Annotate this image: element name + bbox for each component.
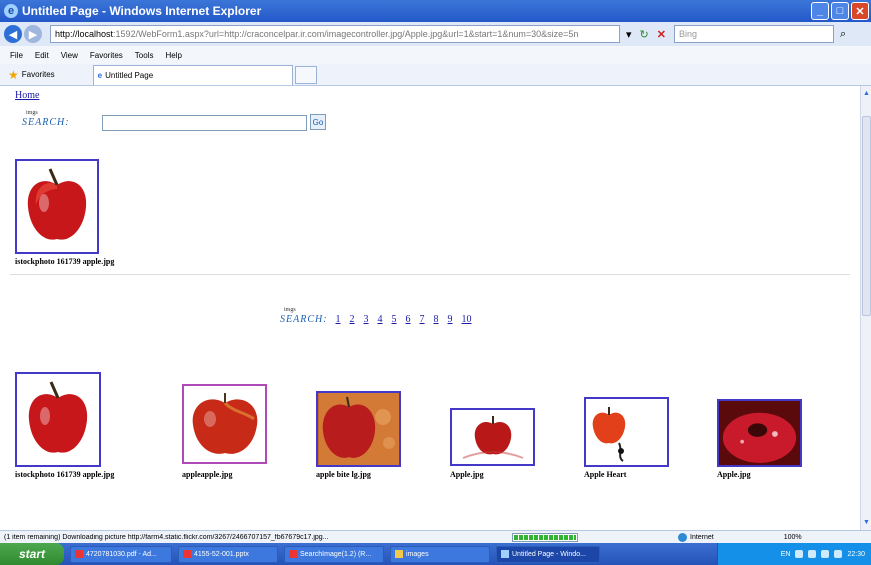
menu-edit[interactable]: Edit xyxy=(35,51,49,60)
scroll-thumb[interactable] xyxy=(862,116,871,316)
page-link-6[interactable]: 6 xyxy=(406,314,411,325)
page-link-2[interactable]: 2 xyxy=(350,314,355,325)
result-caption: apple bite lg.jpg xyxy=(316,470,371,479)
taskbar: start 4720781030.pdf - Ad... 4155-52-001… xyxy=(0,543,871,565)
result-thumbnail[interactable] xyxy=(15,372,101,467)
security-zone[interactable]: Internet xyxy=(678,532,714,542)
download-progress xyxy=(512,532,578,542)
page-link-4[interactable]: 4 xyxy=(378,314,383,325)
go-button[interactable]: Go xyxy=(310,114,326,130)
system-tray: EN 22:30 xyxy=(717,543,871,565)
result-thumbnail[interactable] xyxy=(182,384,267,464)
result-thumbnail[interactable] xyxy=(316,391,401,467)
result-caption: istockphoto 161739 apple.jpg xyxy=(15,470,115,479)
forward-button[interactable]: ▶ xyxy=(24,25,42,43)
page-link-1[interactable]: 1 xyxy=(336,314,341,325)
result-caption: Apple.jpg xyxy=(717,470,751,479)
app-icon xyxy=(289,550,297,558)
taskbar-item-pptx[interactable]: 4155-52-001.pptx xyxy=(178,545,278,563)
language-indicator[interactable]: EN xyxy=(781,551,791,558)
apple-image xyxy=(28,380,88,453)
vertical-scrollbar[interactable]: ▲ ▼ xyxy=(860,86,871,530)
progress-fill xyxy=(514,534,576,540)
menu-help[interactable]: Help xyxy=(165,51,181,60)
taskbar-item-ie[interactable]: Untitled Page - Windo... xyxy=(496,545,600,563)
result-caption: Apple Heart xyxy=(584,470,627,479)
ie-page-icon: e xyxy=(97,70,103,80)
pagination: imgs SEARCH: 1 2 3 4 5 6 7 8 9 10 xyxy=(280,307,481,325)
page-link-8[interactable]: 8 xyxy=(434,314,439,325)
page-content: Home imgs SEARCH: Go istockphoto 161739 … xyxy=(0,86,860,530)
apple-image xyxy=(27,167,87,240)
result-thumbnail[interactable] xyxy=(717,399,802,467)
clock: 22:30 xyxy=(847,550,865,558)
maximize-button[interactable]: □ xyxy=(831,2,849,20)
apple-image xyxy=(462,416,523,459)
address-field[interactable]: http://localhost:1592/WebForm1.aspx?url=… xyxy=(50,25,620,43)
menu-file[interactable]: File xyxy=(10,51,23,60)
zoom-level[interactable]: 100% xyxy=(784,534,802,541)
result-caption: Apple.jpg xyxy=(450,470,484,479)
menu-view[interactable]: View xyxy=(61,51,78,60)
globe-icon xyxy=(678,532,687,542)
apple-image xyxy=(192,393,257,454)
tray-icon[interactable] xyxy=(795,550,804,558)
apple-image xyxy=(719,401,800,465)
status-bar: (1 item remaining) Downloading picture h… xyxy=(0,530,871,543)
tab-untitled-page[interactable]: e Untitled Page xyxy=(92,64,293,85)
favorites-button[interactable]: ★ Favorites xyxy=(8,68,55,82)
menu-bar: File Edit View Favorites Tools Help xyxy=(0,46,871,64)
result-caption: istockphoto 161739 apple.jpg xyxy=(15,257,115,266)
ie-icon xyxy=(501,550,509,558)
minimize-button[interactable]: _ xyxy=(811,2,829,20)
divider xyxy=(10,274,850,275)
taskbar-item-search-image[interactable]: SearchImage(1.2) (R... xyxy=(284,545,384,563)
apple-image xyxy=(318,393,399,465)
search-input[interactable]: Bing xyxy=(673,25,834,43)
search-icon[interactable]: ⌕ xyxy=(840,28,846,41)
tray-icon[interactable] xyxy=(821,550,830,558)
menu-tools[interactable]: Tools xyxy=(135,51,154,60)
search-logo: imgs SEARCH: xyxy=(22,110,70,128)
favorites-bar: ★ Favorites e Untitled Page xyxy=(0,64,871,86)
result-thumbnail[interactable] xyxy=(584,397,669,467)
result-thumbnail[interactable] xyxy=(450,408,535,466)
apple-image xyxy=(592,407,625,462)
menu-favorites[interactable]: Favorites xyxy=(90,51,123,60)
close-button[interactable]: ✕ xyxy=(851,2,869,20)
tray-icon[interactable] xyxy=(834,550,843,558)
result-caption: appleapple.jpg xyxy=(182,470,233,479)
status-text: (1 item remaining) Downloading picture h… xyxy=(4,533,329,541)
page-link-3[interactable]: 3 xyxy=(364,314,369,325)
new-tab-button[interactable] xyxy=(294,65,317,84)
scroll-down-icon[interactable]: ▼ xyxy=(861,517,871,528)
result-thumbnail[interactable] xyxy=(15,159,99,254)
search-logo: imgs SEARCH: xyxy=(280,307,328,325)
stop-icon[interactable]: ✕ xyxy=(657,28,666,41)
refresh-icon[interactable]: ↻ xyxy=(640,28,649,41)
page-link-7[interactable]: 7 xyxy=(420,314,425,325)
window-titlebar: e Untitled Page - Windows Internet Explo… xyxy=(0,0,871,22)
taskbar-item-pdf[interactable]: 4720781030.pdf - Ad... xyxy=(70,545,172,563)
scroll-up-icon[interactable]: ▲ xyxy=(861,88,871,99)
back-button[interactable]: ◀ xyxy=(4,25,22,43)
page-link-9[interactable]: 9 xyxy=(448,314,453,325)
address-toolbar: ◀ ▶ http://localhost:1592/WebForm1.aspx?… xyxy=(0,22,871,46)
star-icon: ★ xyxy=(8,67,19,82)
folder-icon xyxy=(395,550,403,558)
ie-logo-icon: e xyxy=(4,4,18,18)
tray-icon[interactable] xyxy=(808,550,817,558)
pptx-icon xyxy=(183,550,191,558)
home-link[interactable]: Home xyxy=(15,90,39,101)
image-search-input[interactable] xyxy=(102,115,307,131)
pdf-icon xyxy=(75,550,83,558)
window-title: Untitled Page - Windows Internet Explore… xyxy=(22,4,262,18)
taskbar-item-images[interactable]: images xyxy=(390,545,490,563)
page-link-10[interactable]: 10 xyxy=(462,314,472,325)
start-button[interactable]: start xyxy=(0,543,64,565)
page-link-5[interactable]: 5 xyxy=(392,314,397,325)
compatibility-icon[interactable]: ▾ xyxy=(626,28,632,41)
